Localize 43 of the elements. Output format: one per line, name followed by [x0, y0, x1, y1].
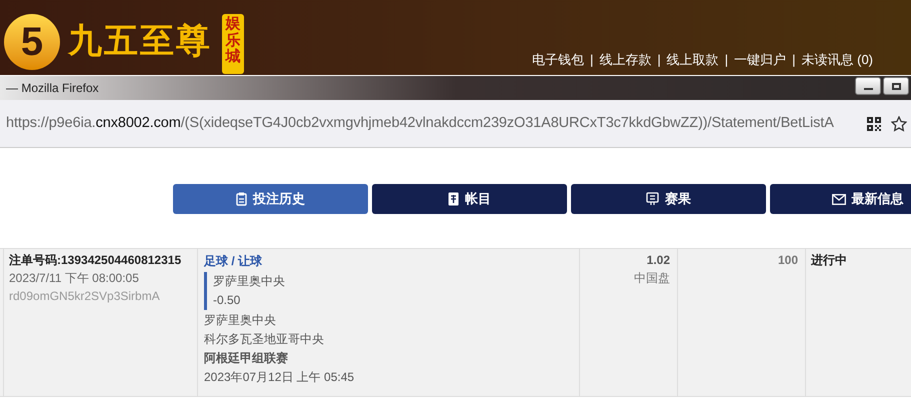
- sport-market: 足球 / 让球: [204, 253, 264, 270]
- odds-value: 1.02: [646, 252, 670, 269]
- link-separator: |: [792, 51, 796, 69]
- url-text: https://p9e6ia.: [6, 114, 96, 131]
- kickoff-time: 2023年07月12日 上午 05:45: [204, 369, 356, 386]
- url-text: /(S(xideqseTG4J0cb2vxmgvhjmeb42vlnakdccm239zO31A8URCxT3c7kkdGbwZZ))/Statement/BetListA: [180, 114, 834, 131]
- logo-badge: 娱乐城: [222, 14, 244, 74]
- logo-text: 九五至尊: [68, 24, 212, 58]
- maximize-button[interactable]: [883, 77, 909, 95]
- bet-time: 2023/7/11 下午 08:00:05: [9, 270, 140, 287]
- qr-code-icon[interactable]: [867, 116, 881, 130]
- clipboard-icon: [236, 192, 247, 206]
- link-separator: |: [724, 51, 728, 69]
- header-link[interactable]: 未读讯息 (0): [802, 50, 873, 70]
- selection-team: 罗萨里奥中央: [213, 273, 286, 290]
- link-separator: |: [590, 51, 594, 69]
- away-team: 科尔多瓦圣地亚哥中央: [204, 331, 325, 348]
- url-field[interactable]: https://p9e6ia.cnx8002.com/(S(xideqseTG4J0cb2vxmgvhjmeb42vlnakdccm239zO31A8URCxT3c7kkdGbwZZ))/Statement/BetListA: [6, 112, 861, 134]
- header-link[interactable]: 线上取款: [666, 50, 719, 70]
- handicap: -0.50: [213, 292, 242, 309]
- ticket-number: 注单号码:139342504460812315: [9, 252, 182, 269]
- header-link[interactable]: 线上存款: [599, 50, 652, 70]
- minimize-button[interactable]: [855, 77, 881, 95]
- header-link[interactable]: 电子钱包: [532, 50, 584, 70]
- bet-status: 进行中: [811, 252, 848, 269]
- mail-icon: [832, 194, 846, 204]
- odds-type: 中国盘: [633, 270, 670, 287]
- header-link[interactable]: 一键归户: [734, 50, 786, 70]
- scoreboard-icon: [646, 192, 659, 206]
- link-separator: |: [657, 51, 661, 69]
- tab[interactable]: 投注历史: [173, 184, 368, 214]
- logo-mark: 5: [4, 14, 60, 70]
- ledger-icon: [448, 192, 459, 206]
- bet-code: rd09omGN5kr2SVp3SirbmA: [9, 288, 161, 305]
- league-name: 阿根廷甲组联赛: [204, 350, 289, 367]
- tab[interactable]: 赛果: [571, 184, 766, 214]
- stake-amount: 100: [776, 252, 798, 269]
- tab[interactable]: 最新信息: [770, 184, 911, 214]
- tab[interactable]: 帐目: [372, 184, 567, 214]
- window-title: — Mozilla Firefox: [5, 80, 99, 97]
- url-domain: cnx8002.com: [96, 114, 181, 131]
- home-team: 罗萨里奥中央: [204, 312, 277, 329]
- star-icon[interactable]: [891, 116, 907, 132]
